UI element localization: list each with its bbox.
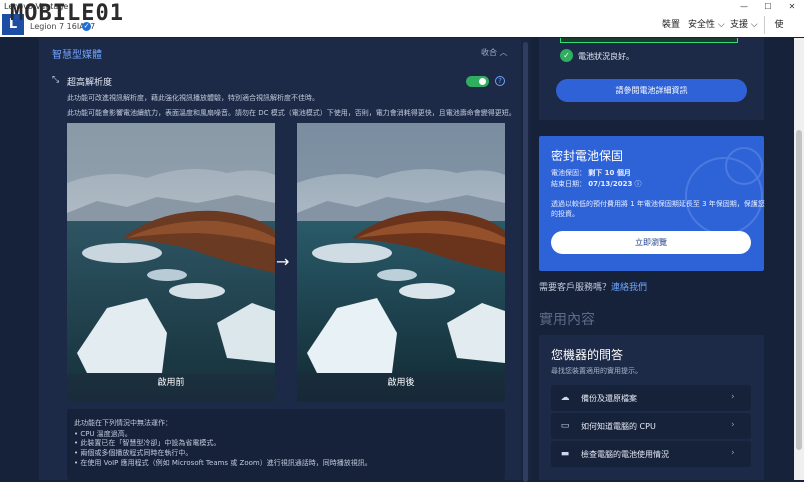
after-image — [297, 123, 505, 402]
chevron-up-icon: ︿ — [499, 48, 508, 57]
warranty-remaining: 電池保固： 剩下 10 個月 — [551, 169, 631, 177]
nav-divider — [764, 16, 765, 34]
section-title: 智慧型媒體 — [52, 50, 102, 61]
window-scroll-thumb[interactable] — [796, 130, 802, 450]
feature-title: 超高解析度 — [67, 78, 113, 88]
cloud-icon: ☁ — [560, 393, 570, 403]
laptop-icon: ▭ — [560, 421, 570, 431]
nav-devices[interactable]: 裝置 — [662, 13, 680, 37]
contact-us-link[interactable]: 連絡我們 — [611, 283, 647, 293]
qa-card-title: 您機器的問答 — [551, 348, 624, 362]
browse-now-button[interactable]: 立即瀏覽 — [551, 231, 751, 254]
warranty-title: 密封電池保固 — [551, 149, 624, 163]
battery-details-button[interactable]: 請參閱電池詳細資訊 — [556, 79, 747, 102]
qa-card-subtitle: 尋找您裝置適用的實用提示。 — [551, 367, 642, 375]
arrow-right-icon: → — [276, 252, 290, 271]
battery-status-text: 電池狀況良好。 — [578, 52, 634, 61]
warranty-end-date: 結束日期： 07/13/2023 ⓘ — [551, 180, 642, 188]
note-line: • 在使用 VoIP 應用程式（例如 Microsoft Teams 或 Zoo… — [74, 459, 372, 467]
qa-item-label: 如何知道電腦的 CPU — [581, 422, 656, 431]
chevron-right-icon: › — [731, 392, 735, 402]
content-scroll-thumb[interactable] — [523, 42, 528, 482]
user-avatar[interactable]: 使 — [771, 17, 787, 33]
nav-support[interactable]: 支援 ⌵ — [730, 13, 758, 37]
useful-content-heading: 實用內容 — [539, 312, 595, 328]
qa-item-label: 檢查電腦的電池使用情況 — [581, 450, 669, 459]
nav-security[interactable]: 安全性 ⌵ — [688, 13, 725, 37]
warranty-description-2: 的投資。 — [551, 210, 579, 218]
qa-item-label: 備份及還原檔案 — [581, 394, 637, 403]
toggle-knob — [479, 78, 486, 85]
close-icon[interactable]: ✕ — [780, 0, 804, 13]
check-circle-icon: ✓ — [560, 49, 573, 62]
note-line: • 此裝置已在「智慧型冷卻」中設為省電模式。 — [74, 439, 221, 447]
verified-check-icon: ✓ — [82, 22, 91, 31]
info-icon[interactable]: ⓘ — [635, 180, 642, 188]
minimize-icon[interactable]: — — [732, 0, 756, 13]
super-resolution-icon: ⤡ — [52, 75, 60, 85]
feature-description-1: 此功能可改進視訊解析度，藉此強化視訊播放體驗，特別適合視訊解析度不佳時。 — [67, 94, 319, 102]
before-image — [67, 123, 275, 402]
chevron-right-icon: › — [731, 448, 735, 458]
before-label: 啟用前 — [67, 374, 275, 402]
support-prompt: 需要客戶服務嗎？連絡我們 — [539, 283, 648, 293]
battery-health-bar — [560, 38, 738, 43]
feature-description-2: 此功能可能會影響電池續航力，表面溫度和風扇噪音。請勿在 DC 模式（電池模式）下… — [67, 109, 516, 117]
note-line: • 兩個或多個播放程式同時在執行中。 — [74, 449, 193, 457]
note-line: 此功能在下列情況中無法運作： — [74, 419, 172, 427]
after-label: 啟用後 — [297, 374, 505, 402]
collapse-button[interactable]: 收合 ︿ — [481, 47, 508, 58]
maximize-icon[interactable]: ☐ — [756, 0, 780, 13]
chevron-right-icon: › — [731, 420, 735, 430]
warranty-description: 透過以較低的預付費用將 1 年電池保固期延長至 3 年保固期，保護您 — [551, 200, 765, 208]
battery-icon: ▬ — [560, 449, 570, 459]
help-icon[interactable]: ? — [495, 76, 505, 86]
